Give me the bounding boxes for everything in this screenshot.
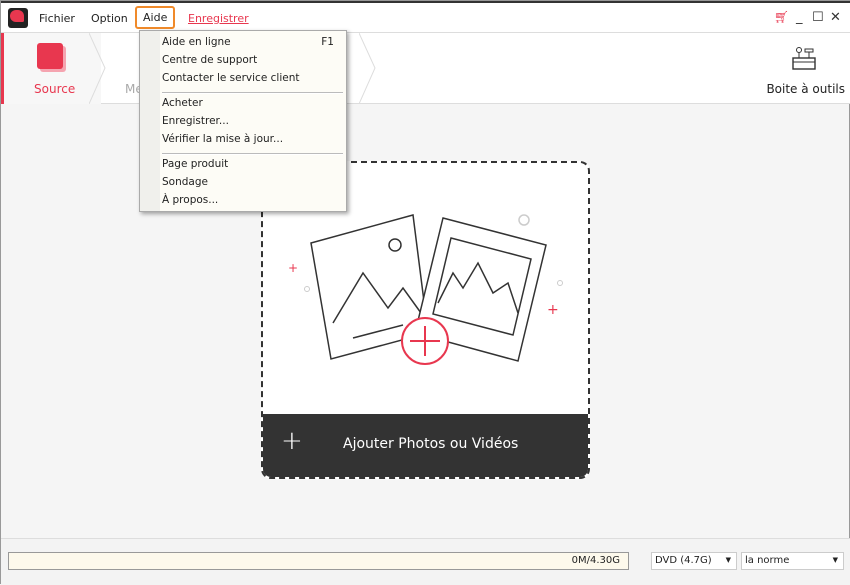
- menu-item-verifier-maj[interactable]: Vérifier la mise à jour...: [162, 133, 283, 145]
- cart-icon[interactable]: 🛒︎: [774, 10, 789, 24]
- add-media-button[interactable]: + Ajouter Photos ou Vidéos: [263, 414, 588, 477]
- menu-separator: [162, 92, 343, 94]
- toolbar: Source Me Boite à outils: [1, 32, 850, 104]
- tools-label[interactable]: Boite à outils: [766, 82, 845, 96]
- menu-item-a-propos[interactable]: À propos...: [162, 194, 218, 206]
- tab-source[interactable]: Source: [1, 33, 101, 104]
- menu-fichier[interactable]: Fichier: [35, 10, 79, 27]
- menu-item-aide-en-ligne[interactable]: Aide en ligne: [162, 36, 231, 48]
- source-icon: [37, 43, 63, 69]
- capacity-text: 0M/4.30G: [571, 555, 620, 566]
- menu-item-contacter[interactable]: Contacter le service client: [162, 72, 299, 84]
- status-bar: 0M/4.30G DVD (4.7G) ▼ la norme ▼: [1, 538, 850, 585]
- register-link[interactable]: Enregistrer: [184, 10, 253, 27]
- dropdown-arrow-icon: ▼: [832, 556, 838, 564]
- help-menu-dropdown: Aide en ligne F1 Centre de support Conta…: [139, 30, 347, 212]
- plus-icon: +: [281, 426, 303, 456]
- add-media-label: Ajouter Photos ou Vidéos: [343, 436, 519, 452]
- tab-source-label: Source: [34, 82, 76, 96]
- close-icon[interactable]: ✕: [830, 10, 841, 25]
- capacity-bar: 0M/4.30G: [8, 552, 629, 570]
- disc-type-select[interactable]: DVD (4.7G) ▼: [651, 552, 737, 570]
- standard-value: la norme: [745, 555, 790, 566]
- menu-item-centre-support[interactable]: Centre de support: [162, 54, 257, 66]
- shortcut-f1: F1: [321, 36, 334, 48]
- standard-select[interactable]: la norme ▼: [741, 552, 844, 570]
- menu-separator: [162, 153, 343, 155]
- menu-option[interactable]: Option: [87, 10, 132, 27]
- svg-text:+: +: [547, 302, 559, 318]
- menu-item-sondage[interactable]: Sondage: [162, 176, 208, 188]
- toolbox-icon[interactable]: [791, 45, 817, 71]
- minimize-icon[interactable]: _: [796, 10, 803, 25]
- menu-item-acheter[interactable]: Acheter: [162, 97, 203, 109]
- menu-item-page-produit[interactable]: Page produit: [162, 158, 228, 170]
- maximize-icon[interactable]: ☐: [812, 10, 824, 25]
- svg-text:+: +: [288, 261, 298, 275]
- dropdown-arrow-icon: ▼: [725, 556, 731, 564]
- title-bar: Fichier Option Aide Enregistrer 🛒︎ _ ☐ ✕: [1, 1, 850, 32]
- menu-aide[interactable]: Aide: [135, 6, 176, 29]
- menu-item-enregistrer[interactable]: Enregistrer...: [162, 115, 229, 127]
- app-logo: [8, 8, 28, 28]
- chevron-divider: [89, 33, 106, 104]
- disc-type-value: DVD (4.7G): [655, 555, 712, 566]
- chevron-divider: [359, 33, 376, 104]
